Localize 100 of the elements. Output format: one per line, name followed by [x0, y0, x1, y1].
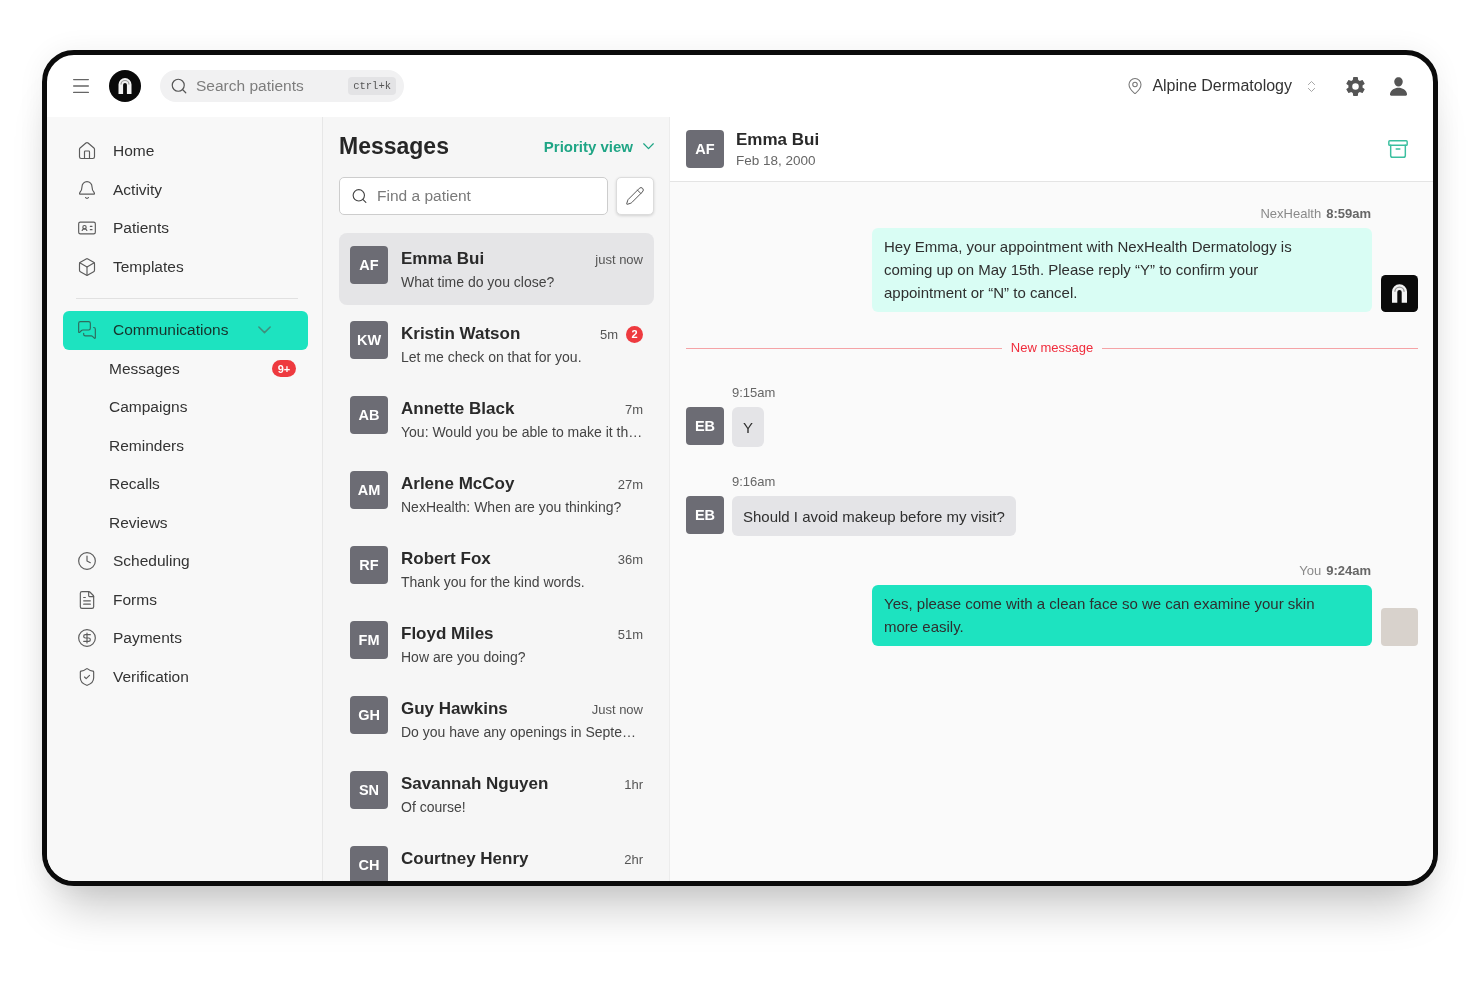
message-preview: You: Would you be able to make it th… — [401, 423, 643, 442]
patient-avatar: FM — [350, 621, 388, 659]
nav-subitem[interactable]: Recalls — [63, 465, 308, 504]
nav-item[interactable]: Forms — [63, 580, 308, 619]
patient-avatar: AF — [686, 130, 724, 168]
message-time: 9:15am — [732, 385, 776, 401]
conversation-item[interactable]: AM Arlene McCoy 27m NexHealth: When are you thinking? — [339, 458, 654, 530]
home-icon — [77, 141, 97, 162]
message-preview: NexHealth: When are you thinking? — [401, 498, 623, 517]
message-time: 7m — [624, 401, 643, 417]
search-icon — [351, 187, 368, 205]
shield-check-icon — [77, 666, 97, 687]
conversation-item[interactable]: GH Guy Hawkins Just now Do you have any openings in Septe… — [339, 683, 654, 755]
conversation-item[interactable]: AF Emma Bui just now What time do you close? — [339, 233, 654, 305]
nav-subitem[interactable]: Campaigns — [63, 388, 308, 427]
contact-name: Robert Fox — [401, 549, 491, 569]
conversation-item[interactable]: FM Floyd Miles 51m How are you doing? — [339, 608, 654, 680]
nav-item[interactable]: Payments — [63, 619, 308, 658]
patient-avatar: EB — [686, 496, 724, 534]
photo-placeholder — [1381, 608, 1418, 646]
contact-name: Arlene McCoy — [401, 474, 515, 494]
conversation-item[interactable]: CH Courtney Henry 2hr — [339, 833, 654, 881]
contact-name: Savannah Nguyen — [401, 774, 549, 794]
message-preview: Let me check on that for you. — [401, 348, 583, 367]
patient-avatar: AB — [350, 396, 388, 434]
unread-badge: 2 — [626, 325, 643, 343]
account-button[interactable] — [1388, 75, 1409, 97]
logo-icon — [1381, 275, 1418, 312]
pencil-icon — [625, 186, 645, 206]
document-icon — [77, 589, 97, 610]
settings-button[interactable] — [1345, 75, 1366, 97]
patient-avatar: RF — [350, 546, 388, 584]
message-preview: How are you doing? — [401, 648, 527, 667]
message-time: 9:24am — [1326, 563, 1371, 579]
patient-date: Feb 18, 2000 — [736, 153, 817, 168]
panel-title: Messages — [339, 133, 449, 160]
settings-icon — [1345, 75, 1366, 97]
bell-icon — [77, 179, 97, 200]
user-icon — [1388, 75, 1409, 97]
nav-item[interactable]: Scheduling — [63, 542, 308, 581]
nav-subitem[interactable]: Messages 9+ — [63, 349, 308, 388]
patient-avatar: EB — [686, 407, 724, 445]
nav-item[interactable]: Communications — [63, 311, 308, 350]
message-time: 36m — [617, 551, 643, 567]
nav-subitem[interactable]: Reviews — [63, 503, 308, 542]
nav-item[interactable]: Home — [63, 132, 308, 171]
nav-item[interactable]: Verification — [63, 657, 308, 696]
message-time: 5m — [599, 326, 618, 342]
message-preview: Of course! — [401, 798, 467, 817]
patient-avatar: CH — [350, 846, 388, 881]
count-badge: 9+ — [272, 360, 296, 378]
contact-name: Annette Black — [401, 399, 515, 419]
message-time: 1hr — [624, 776, 643, 792]
cube-icon — [77, 256, 97, 277]
patient-avatar: KW — [350, 321, 388, 359]
chat-bubbles-icon — [77, 320, 97, 341]
nav-subitem[interactable]: Reminders — [63, 426, 308, 465]
contact-name: Emma Bui — [401, 249, 485, 269]
sender-name: You — [1299, 563, 1322, 579]
location-selector[interactable]: Alpine Dermatology — [1126, 77, 1319, 95]
message-preview: Do you have any openings in Septe… — [401, 723, 638, 742]
search-icon — [170, 77, 188, 95]
contact-name: Kristin Watson — [401, 324, 521, 344]
chevron-down-icon — [258, 326, 272, 335]
conversation-item[interactable]: AB Annette Black 7m You: Would you be able to make it th… — [339, 383, 654, 455]
message-bubble: Hey Emma, your appointment with NexHealth Dermatology is coming up on May 15th. Please reply “Y” to confirm your appointment or “N” to cancel. — [872, 228, 1372, 312]
message-preview: What time do you close? — [401, 273, 556, 292]
nav-item[interactable]: Patients — [63, 209, 308, 248]
message-bubble: Should I avoid makeup before my visit? — [732, 496, 1016, 536]
patient-avatar: GH — [350, 696, 388, 734]
message-time: 8:59am — [1326, 206, 1371, 222]
contact-name: Courtney Henry — [401, 849, 529, 869]
message-bubble: Y — [732, 407, 764, 447]
new-message-label: New message — [1010, 340, 1094, 356]
patient-avatar: AM — [350, 471, 388, 509]
message-time: 27m — [617, 476, 643, 492]
sender-name: NexHealth — [1260, 206, 1322, 222]
chevron-down-icon — [643, 143, 654, 150]
conversation-item[interactable]: RF Robert Fox 36m Thank you for the kind words. — [339, 533, 654, 605]
clock-icon — [77, 551, 97, 572]
dollar-icon — [77, 628, 97, 649]
patient-name: Emma Bui — [736, 130, 820, 150]
conversation-item[interactable]: SN Savannah Nguyen 1hr Of course! — [339, 758, 654, 830]
message-time: 51m — [617, 626, 643, 642]
message-time: 9:16am — [732, 474, 776, 490]
logo-icon[interactable] — [109, 70, 141, 102]
nav-item[interactable]: Templates — [63, 247, 308, 286]
archive-icon — [1387, 138, 1409, 160]
shortcut-key: ctrl+k — [348, 77, 396, 95]
conversation-item[interactable]: KW Kristin Watson 5m 2 Let me check on that for you. — [339, 308, 654, 380]
message-time: Just now — [591, 701, 643, 717]
contact-name: Floyd Miles — [401, 624, 494, 644]
patient-avatar: AF — [350, 246, 388, 284]
message-bubble: Yes, please come with a clean face so we can examine your skin more easily. — [872, 585, 1372, 646]
compose-button[interactable] — [616, 177, 654, 215]
nav-item[interactable]: Activity — [63, 170, 308, 209]
patient-search-field[interactable]: Find a patient — [339, 177, 608, 215]
message-time: just now — [595, 251, 643, 267]
message-preview: Thank you for the kind words. — [401, 573, 586, 592]
contact-name: Guy Hawkins — [401, 699, 508, 719]
